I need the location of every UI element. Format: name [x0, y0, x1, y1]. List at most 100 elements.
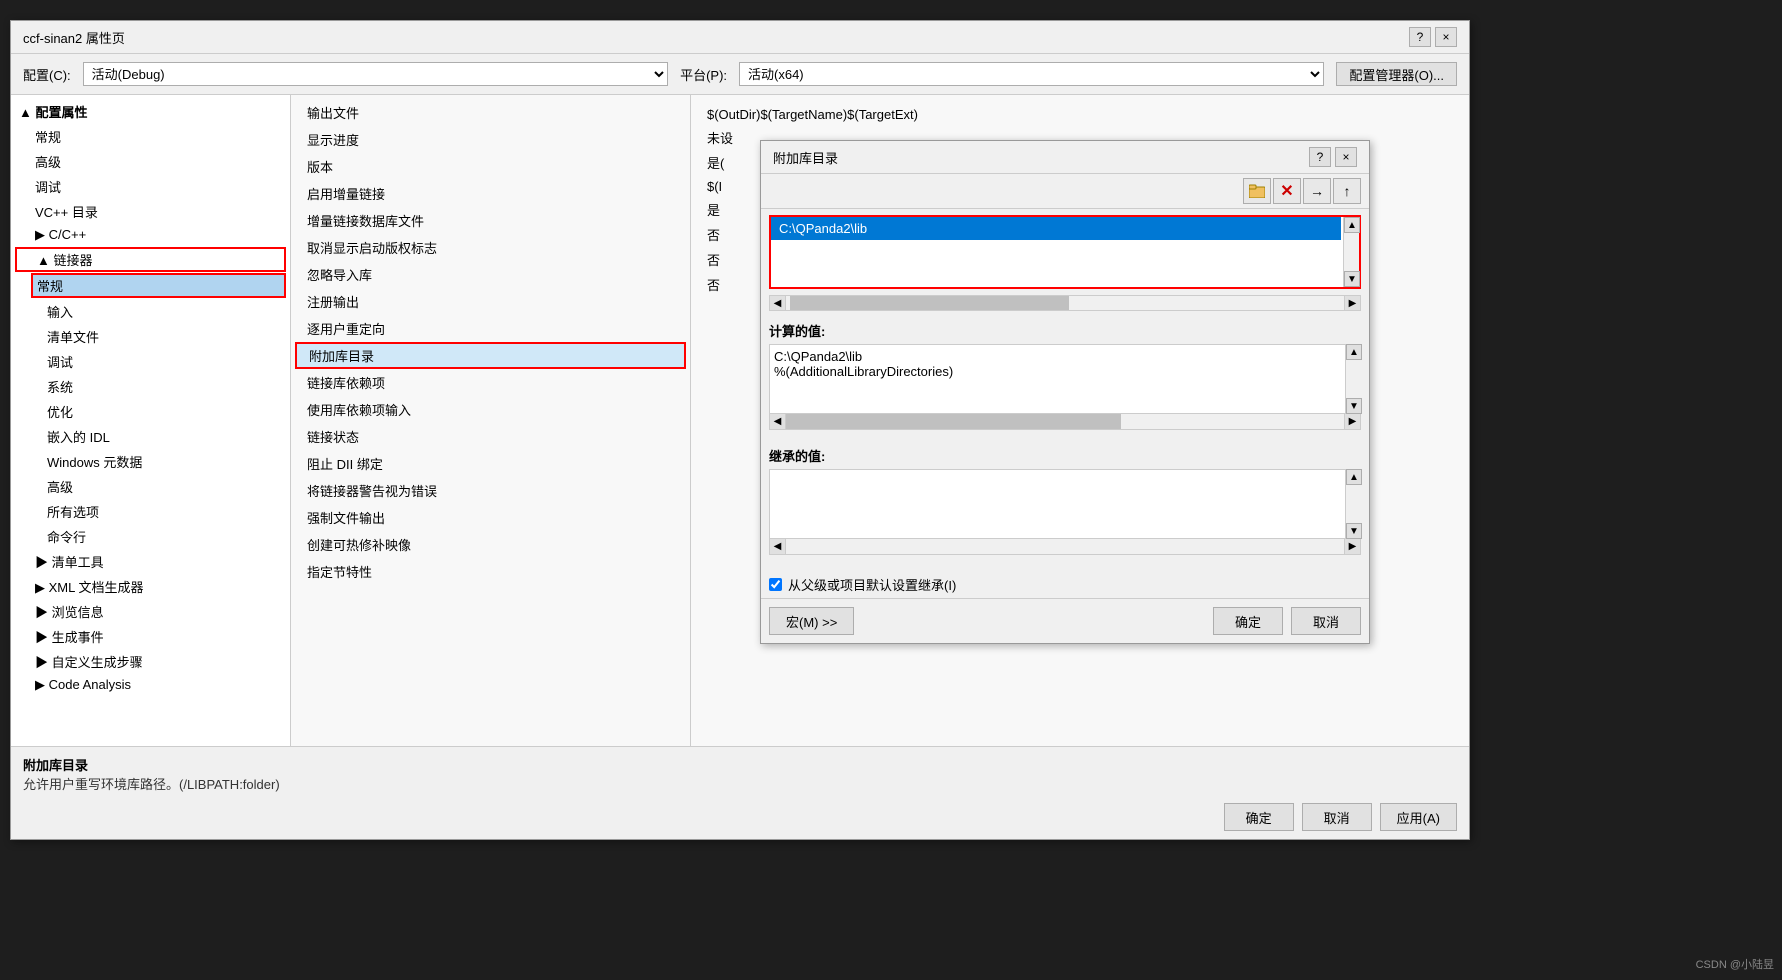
sidebar-item-linker-general[interactable]: 常规 — [31, 273, 286, 298]
sidebar-item-general[interactable]: 常规 — [11, 124, 290, 149]
middle-item-prevent-dll-binding[interactable]: 阻止 DII 绑定 — [291, 450, 690, 477]
middle-item-enable-incremental[interactable]: 启用增量链接 — [291, 180, 690, 207]
sub-list-item-qpanda2-lib[interactable]: C:\QPanda2\lib — [771, 217, 1341, 240]
sidebar-item-code-analysis[interactable]: ▶ Code Analysis — [11, 674, 290, 696]
dialog-backdrop: ccf-sinan2 属性页 ? × 配置(C): 活动(Debug) 平台(P… — [0, 0, 1782, 980]
sidebar-item-all-options[interactable]: 所有选项 — [11, 499, 290, 524]
inherit-checkbox[interactable] — [769, 578, 782, 591]
sidebar-item-embedded-idl[interactable]: 嵌入的 IDL — [11, 424, 290, 449]
scrollbar-track[interactable] — [1344, 233, 1359, 271]
sub-toolbar-up-button[interactable]: ↑ — [1333, 178, 1361, 204]
sub-toolbar-delete-button[interactable]: ✕ — [1273, 178, 1301, 204]
sidebar-item-linker-advanced[interactable]: 高级 — [11, 474, 290, 499]
computed-hscroll-left[interactable]: ◀ — [770, 414, 786, 429]
sub-list-container: C:\QPanda2\lib — [771, 217, 1359, 287]
middle-item-link-lib-deps[interactable]: 链接库依赖项 — [291, 369, 690, 396]
config-manager-button[interactable]: 配置管理器(O)... — [1336, 62, 1457, 86]
middle-item-ignore-import[interactable]: 忽略导入库 — [291, 261, 690, 288]
sidebar-item-build-events[interactable]: ▶ 生成事件 — [11, 624, 290, 649]
computed-hscroll-track[interactable] — [786, 414, 1344, 429]
sub-toolbar-folder-button[interactable] — [1243, 178, 1271, 204]
middle-item-suppress-banner[interactable]: 取消显示启动版权标志 — [291, 234, 690, 261]
inherited-hscroll-left[interactable]: ◀ — [770, 539, 786, 554]
middle-item-force-file-output[interactable]: 强制文件输出 — [291, 504, 690, 531]
inherited-box-wrapper: ▲ ▼ — [769, 469, 1361, 539]
hscroll-right-arrow[interactable]: ▶ — [1344, 296, 1360, 310]
sidebar-item-manifest-file[interactable]: 清单文件 — [11, 324, 290, 349]
right-value-per-user-redirect-text: 否 — [707, 275, 720, 294]
sidebar-item-config-properties[interactable]: ▲ 配置属性 — [11, 99, 290, 124]
scrollbar-down-arrow[interactable]: ▼ — [1344, 271, 1360, 287]
middle-item-link-status[interactable]: 链接状态 — [291, 423, 690, 450]
right-value-incremental-db-text: $(I — [707, 179, 722, 194]
middle-item-version[interactable]: 版本 — [291, 153, 690, 180]
middle-item-register-output[interactable]: 注册输出 — [291, 288, 690, 315]
middle-item-create-hotpatch-image[interactable]: 创建可热修补映像 — [291, 531, 690, 558]
sidebar-item-linker[interactable]: ▲ 链接器 — [15, 247, 286, 272]
dialog-title: ccf-sinan2 属性页 — [23, 28, 125, 47]
inherited-hscroll-right[interactable]: ▶ — [1344, 539, 1360, 554]
sidebar-item-windows-metadata[interactable]: Windows 元数据 — [11, 449, 290, 474]
sub-close-button[interactable]: × — [1335, 147, 1357, 167]
scrollbar-up-arrow[interactable]: ▲ — [1344, 217, 1360, 233]
inherited-vscrollbar: ▲ ▼ — [1345, 469, 1361, 539]
sub-cancel-button[interactable]: 取消 — [1291, 607, 1361, 635]
middle-item-specify-section-attrs[interactable]: 指定节特性 — [291, 558, 690, 585]
right-value-incremental-text: 是( — [707, 153, 724, 172]
sidebar-item-vcpp-dirs[interactable]: VC++ 目录 — [11, 199, 290, 224]
middle-item-additional-lib-dirs[interactable]: 附加库目录 — [295, 342, 686, 369]
description-text: 允许用户重写环境库路径。(/LIBPATH:folder) — [23, 774, 1457, 793]
middle-item-output-file[interactable]: 输出文件 — [291, 99, 690, 126]
sidebar-item-manifest-tool[interactable]: ▶ 清单工具 — [11, 549, 290, 574]
sub-titlebar-controls: ? × — [1309, 147, 1357, 167]
inherited-scrollbar-up[interactable]: ▲ — [1346, 469, 1362, 485]
config-dropdown[interactable]: 活动(Debug) — [83, 62, 668, 86]
inherited-scrollbar-down[interactable]: ▼ — [1346, 523, 1362, 539]
sidebar-item-debug[interactable]: 调试 — [11, 174, 290, 199]
sidebar-item-linker-debug[interactable]: 调试 — [11, 349, 290, 374]
close-button[interactable]: × — [1435, 27, 1457, 47]
sub-toolbar-arrow-button[interactable]: → — [1303, 178, 1331, 204]
sidebar-item-xml-doc[interactable]: ▶ XML 文档生成器 — [11, 574, 290, 599]
sidebar-item-browse-info[interactable]: ▶ 浏览信息 — [11, 599, 290, 624]
confirm-button[interactable]: 确定 — [1224, 803, 1294, 831]
description-title: 附加库目录 — [23, 755, 1457, 774]
right-value-output-file-text: $(OutDir)$(TargetName)$(TargetExt) — [707, 107, 918, 122]
sidebar-item-linker-input[interactable]: 输入 — [11, 299, 290, 324]
middle-item-per-user-redirect[interactable]: 逐用户重定向 — [291, 315, 690, 342]
config-row: 配置(C): 活动(Debug) 平台(P): 活动(x64) 配置管理器(O)… — [11, 54, 1469, 95]
inherited-scrollbar-track[interactable] — [1346, 485, 1361, 523]
bottom-buttons: 确定 取消 应用(A) — [23, 803, 1457, 831]
computed-hscroll-right[interactable]: ▶ — [1344, 414, 1360, 429]
sub-help-button[interactable]: ? — [1309, 147, 1331, 167]
dialog-titlebar: ccf-sinan2 属性页 ? × — [11, 21, 1469, 54]
help-button[interactable]: ? — [1409, 27, 1431, 47]
sidebar-item-system[interactable]: 系统 — [11, 374, 290, 399]
sidebar-item-custom-build[interactable]: ▶ 自定义生成步骤 — [11, 649, 290, 674]
middle-item-incremental-db[interactable]: 增量链接数据库文件 — [291, 207, 690, 234]
sub-toolbar: ✕ → ↑ — [761, 174, 1369, 209]
computed-scrollbar-up[interactable]: ▲ — [1346, 344, 1362, 360]
right-value-show-progress-text: 未设 — [707, 128, 733, 147]
sidebar-item-cpp[interactable]: ▶ C/C++ — [11, 224, 290, 246]
cancel-button[interactable]: 取消 — [1302, 803, 1372, 831]
middle-item-use-lib-deps-input[interactable]: 使用库依赖项输入 — [291, 396, 690, 423]
middle-item-show-progress[interactable]: 显示进度 — [291, 126, 690, 153]
inherited-hscroll-track[interactable] — [786, 539, 1344, 554]
macro-button[interactable]: 宏(M) >> — [769, 607, 854, 635]
sub-list-empty-row[interactable] — [771, 240, 1341, 268]
apply-button[interactable]: 应用(A) — [1380, 803, 1457, 831]
middle-item-treat-linker-warn-as-error[interactable]: 将链接器警告视为错误 — [291, 477, 690, 504]
inherited-label: 继承的值: — [769, 446, 1361, 465]
sub-confirm-button[interactable]: 确定 — [1213, 607, 1283, 635]
platform-label: 平台(P): — [680, 65, 727, 84]
computed-scrollbar-track[interactable] — [1346, 360, 1361, 398]
platform-dropdown[interactable]: 活动(x64) — [739, 62, 1324, 86]
sidebar-item-advanced[interactable]: 高级 — [11, 149, 290, 174]
hscroll-track[interactable] — [786, 296, 1344, 310]
sub-dialog-additional-lib-dirs: 附加库目录 ? × ✕ → ↑ C:\QPanda2\lib — [760, 140, 1370, 644]
sidebar-item-command-line[interactable]: 命令行 — [11, 524, 290, 549]
hscroll-left-arrow[interactable]: ◀ — [770, 296, 786, 310]
sidebar-item-optimize[interactable]: 优化 — [11, 399, 290, 424]
computed-scrollbar-down[interactable]: ▼ — [1346, 398, 1362, 414]
